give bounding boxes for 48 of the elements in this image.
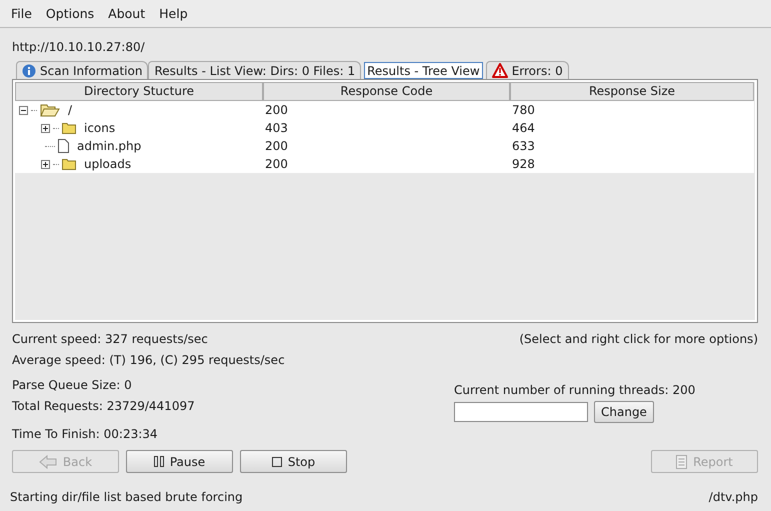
time-to-finish: Time To Finish: 00:23:34 [12, 426, 159, 443]
tab[interactable]: Results - List View: Dirs: 0 Files: 1 [148, 61, 362, 79]
menu-item[interactable]: Help [152, 6, 195, 21]
pause-button[interactable]: Pause [126, 450, 233, 473]
collapse-icon[interactable] [19, 106, 28, 114]
change-button[interactable]: Change [594, 401, 654, 423]
expand-icon[interactable] [41, 160, 50, 168]
menu-item[interactable]: Options [38, 6, 102, 21]
average-speed: Average speed: (T) 196, (C) 295 requests/sec [12, 352, 286, 369]
total-requests: Total Requests: 23729/441097 [12, 398, 195, 415]
table-cell: 200 [263, 137, 510, 155]
column-header[interactable]: Response Size [510, 82, 754, 101]
table-cell: 928 [510, 155, 754, 173]
threads-input[interactable] [454, 402, 588, 422]
tab[interactable]: Scan Information [16, 61, 148, 79]
options-hint: (Select and right click for more options) [519, 331, 758, 348]
tab[interactable]: Results - Tree View [364, 62, 483, 79]
folder-name[interactable]: icons [84, 119, 116, 137]
table-cell: 633 [510, 137, 754, 155]
document-icon [676, 454, 688, 468]
folder-icon [62, 122, 76, 134]
folder-name[interactable]: uploads [84, 155, 132, 173]
tab[interactable]: Errors: 0 [486, 61, 569, 79]
menu-item[interactable]: About [101, 6, 152, 21]
folder-icon [62, 158, 76, 170]
back-arrow-icon [38, 454, 57, 468]
status-message: Starting dir/file list based brute forcing [10, 490, 243, 504]
table-cell: 200 [263, 101, 510, 119]
menu-item[interactable]: File [4, 6, 39, 21]
current-path: /dtv.php [708, 490, 758, 504]
stop-icon [272, 456, 282, 466]
pause-icon [154, 456, 164, 467]
table-cell: 464 [510, 119, 754, 137]
parse-queue-size: Parse Queue Size: 0 [12, 377, 133, 394]
threads-label: Current number of running threads: 200 [454, 383, 696, 397]
column-header[interactable]: Directory Stucture [15, 82, 263, 101]
table-cell: 200 [263, 155, 510, 173]
info-icon [22, 64, 36, 78]
folder-name[interactable]: / [68, 101, 72, 119]
warning-icon [492, 63, 508, 78]
stop-button[interactable]: Stop [240, 450, 347, 473]
table-cell: 403 [263, 119, 510, 137]
current-speed: Current speed: 327 requests/sec [12, 331, 209, 348]
target-url: http://10.10.10.27:80/ [12, 40, 146, 56]
column-header[interactable]: Response Code [263, 82, 510, 101]
expand-icon[interactable] [41, 124, 50, 132]
table-cell: 780 [510, 101, 754, 119]
open-folder-icon [40, 104, 60, 116]
